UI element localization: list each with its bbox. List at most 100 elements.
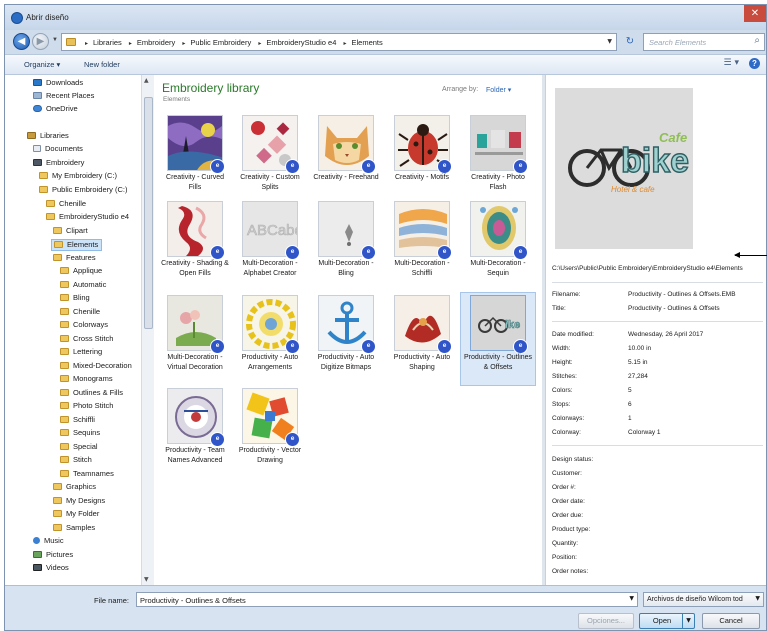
sidebar-item-onedrive[interactable]: OneDrive [33,104,78,114]
design-tile-alphabet-creator[interactable]: ABCabe e Multi-Decoration - Alphabet Cre… [234,201,306,287]
property-key: Height: [552,359,573,366]
property-key: Order #: [552,484,576,491]
sidebar-item-recent-places[interactable]: Recent Places [33,91,94,101]
design-tile-virtual-decoration[interactable]: e Multi-Decoration - Virtual Decoration [159,295,231,381]
sidebar-item-mixed-decoration[interactable]: Mixed-Decoration [60,361,132,371]
documents-icon [33,145,41,152]
design-tile-motifs[interactable]: e Creativity - Motifs [386,115,458,201]
sidebar-item-monograms[interactable]: Monograms [60,374,113,384]
sidebar-item-outlines-fills[interactable]: Outlines & Fills [60,388,123,398]
address-bar[interactable]: ▸ Libraries ▸ Embroidery ▸ Public Embroider… [61,33,617,51]
chevron-down-icon[interactable]: ▼ [755,595,760,602]
open-options-chevron-icon[interactable]: ▼ [682,614,694,628]
breadcrumb-embroidery[interactable]: Embroidery [137,38,175,47]
design-label: Creativity - Shading & Open Fills [161,260,229,277]
sidebar-item-cross-stitch[interactable]: Cross Stitch [60,334,113,344]
sidebar-item-bling[interactable]: Bling [60,293,90,303]
chevron-down-icon[interactable]: ▼ [607,38,612,45]
design-tile-vector-drawing[interactable]: e Productivity - Vector Drawing [234,388,306,474]
design-tile-team-names-advanced[interactable]: e Productivity - Team Names Advanced [159,388,231,474]
navigation-scrollbar[interactable]: ▲ ▼ [141,75,154,585]
sidebar-item-samples[interactable]: Samples [53,523,95,533]
sidebar-item-music[interactable]: Music [33,536,64,546]
sidebar-item-teamnames[interactable]: Teamnames [60,469,114,479]
breadcrumb-public-embroidery[interactable]: Public Embroidery [190,38,251,47]
breadcrumb-embroiderystudio[interactable]: EmbroideryStudio e4 [266,38,336,47]
options-button[interactable]: Opciones... [578,613,634,629]
open-button[interactable]: Open ▼ [639,613,695,629]
recent-locations-icon[interactable]: ▼ [52,37,58,43]
design-tile-freehand[interactable]: e Creativity - Freehand [310,115,382,201]
design-tile-shading-open-fills[interactable]: e Creativity - Shading & Open Fills [159,201,231,287]
filename-input[interactable]: Productivity - Outlines & Offsets ▼ [136,592,638,607]
search-input[interactable]: Search Elements ⌕ [643,33,765,51]
design-tile-custom-splits[interactable]: e Creativity - Custom Splits [234,115,306,201]
preview-logo-text: bike [621,142,689,180]
property-key: Colors: [552,387,573,394]
folder-icon [60,348,69,355]
sidebar-item-elements[interactable]: Elements [51,239,103,251]
new-folder-button[interactable]: New folder [84,60,120,69]
design-tile-sequin[interactable]: e Multi-Decoration - Sequin [462,201,534,287]
breadcrumb-elements[interactable]: Elements [351,38,382,47]
forward-button[interactable]: ▶ [32,33,49,50]
close-button[interactable]: ✕ [744,5,766,22]
sidebar-item-libraries[interactable]: Libraries [27,131,69,141]
sidebar-item-embroiderystudio-e4[interactable]: EmbroideryStudio e4 [46,212,129,222]
design-tile-schiffli[interactable]: e Multi-Decoration - Schiffli [386,201,458,287]
sidebar-item-automatic[interactable]: Automatic [60,280,106,290]
sidebar-item-my-folder[interactable]: My Folder [53,509,99,519]
property-key: Stitches: [552,373,577,380]
sidebar-item-videos[interactable]: Videos [33,563,69,573]
sidebar-item-photo-stitch[interactable]: Photo Stitch [60,401,113,411]
sidebar-item-special[interactable]: Special [60,442,98,452]
property-key: Title: [552,305,566,312]
file-type-select[interactable]: Archivos de diseño Wilcom tod ▼ [643,592,764,607]
sidebar-item-stitch[interactable]: Stitch [60,455,92,465]
sidebar-item-label: Special [73,442,98,451]
view-options-icon[interactable]: ☰ ▾ [724,58,739,68]
sidebar-item-applique[interactable]: Applique [60,266,102,276]
help-icon[interactable]: ? [749,58,760,69]
scrollbar-thumb[interactable] [144,97,153,329]
sidebar-item-documents[interactable]: Documents [33,144,83,154]
sidebar-item-graphics[interactable]: Graphics [53,482,96,492]
sidebar-item-my-embroidery[interactable]: My Embroidery (C:) [39,171,117,181]
breadcrumb-separator: ▸ [258,40,262,47]
sidebar-item-schiffli[interactable]: Schiffli [60,415,95,425]
sidebar-item-features[interactable]: Features [53,253,96,263]
design-tile-outlines-offsets[interactable]: ike e Productivity - Outlines & Offsets [460,292,536,386]
sidebar-item-chenille-feature[interactable]: Chenille [60,307,100,317]
sidebar-item-lettering[interactable]: Lettering [60,347,102,357]
design-tile-photo-flash[interactable]: e Creativity - Photo Flash [462,115,534,201]
cancel-button[interactable]: Cancel [702,613,760,629]
sidebar-item-label: Sequins [73,428,101,437]
sidebar-item-embroidery[interactable]: Embroidery [33,158,84,168]
scroll-up-icon[interactable]: ▲ [144,77,149,84]
folder-icon [60,402,69,409]
refresh-icon[interactable]: ↻ [621,33,639,51]
sidebar-item-colorways[interactable]: Colorways [60,320,108,330]
organize-button[interactable]: Organize ▾ [24,60,60,69]
design-tile-auto-digitize-bitmaps[interactable]: e Productivity - Auto Digitize Bitmaps [310,295,382,381]
sidebar-item-sequins[interactable]: Sequins [60,428,100,438]
design-label: Multi-Decoration - Virtual Decoration [167,354,223,371]
sidebar-item-public-embroidery[interactable]: Public Embroidery (C:) [39,185,127,195]
back-button[interactable]: ◀ [13,33,30,50]
sidebar-item-clipart[interactable]: Clipart [53,226,88,236]
scroll-down-icon[interactable]: ▼ [144,576,149,583]
sidebar-item-my-designs[interactable]: My Designs [53,496,105,506]
breadcrumb-libraries[interactable]: Libraries [93,38,122,47]
arrange-by-dropdown[interactable]: Folder ▾ [486,86,511,94]
search-icon[interactable]: ⌕ [754,35,760,46]
sidebar-item-label: Lettering [73,347,103,356]
sidebar-item-downloads[interactable]: Downloads [33,78,83,88]
design-tile-curved-fills[interactable]: e Creativity - Curved Fills [159,115,231,201]
design-tile-bling[interactable]: e Multi-Decoration - Bling [310,201,382,287]
design-tile-auto-shaping[interactable]: e Productivity - Auto Shaping [386,295,458,381]
design-tile-auto-arrangements[interactable]: e Productivity - Auto Arrangements [234,295,306,381]
sidebar-item-pictures[interactable]: Pictures [33,550,73,560]
sidebar-item-chenille[interactable]: Chenille [46,199,86,209]
folder-icon [60,456,69,463]
chevron-down-icon[interactable]: ▼ [629,595,634,602]
